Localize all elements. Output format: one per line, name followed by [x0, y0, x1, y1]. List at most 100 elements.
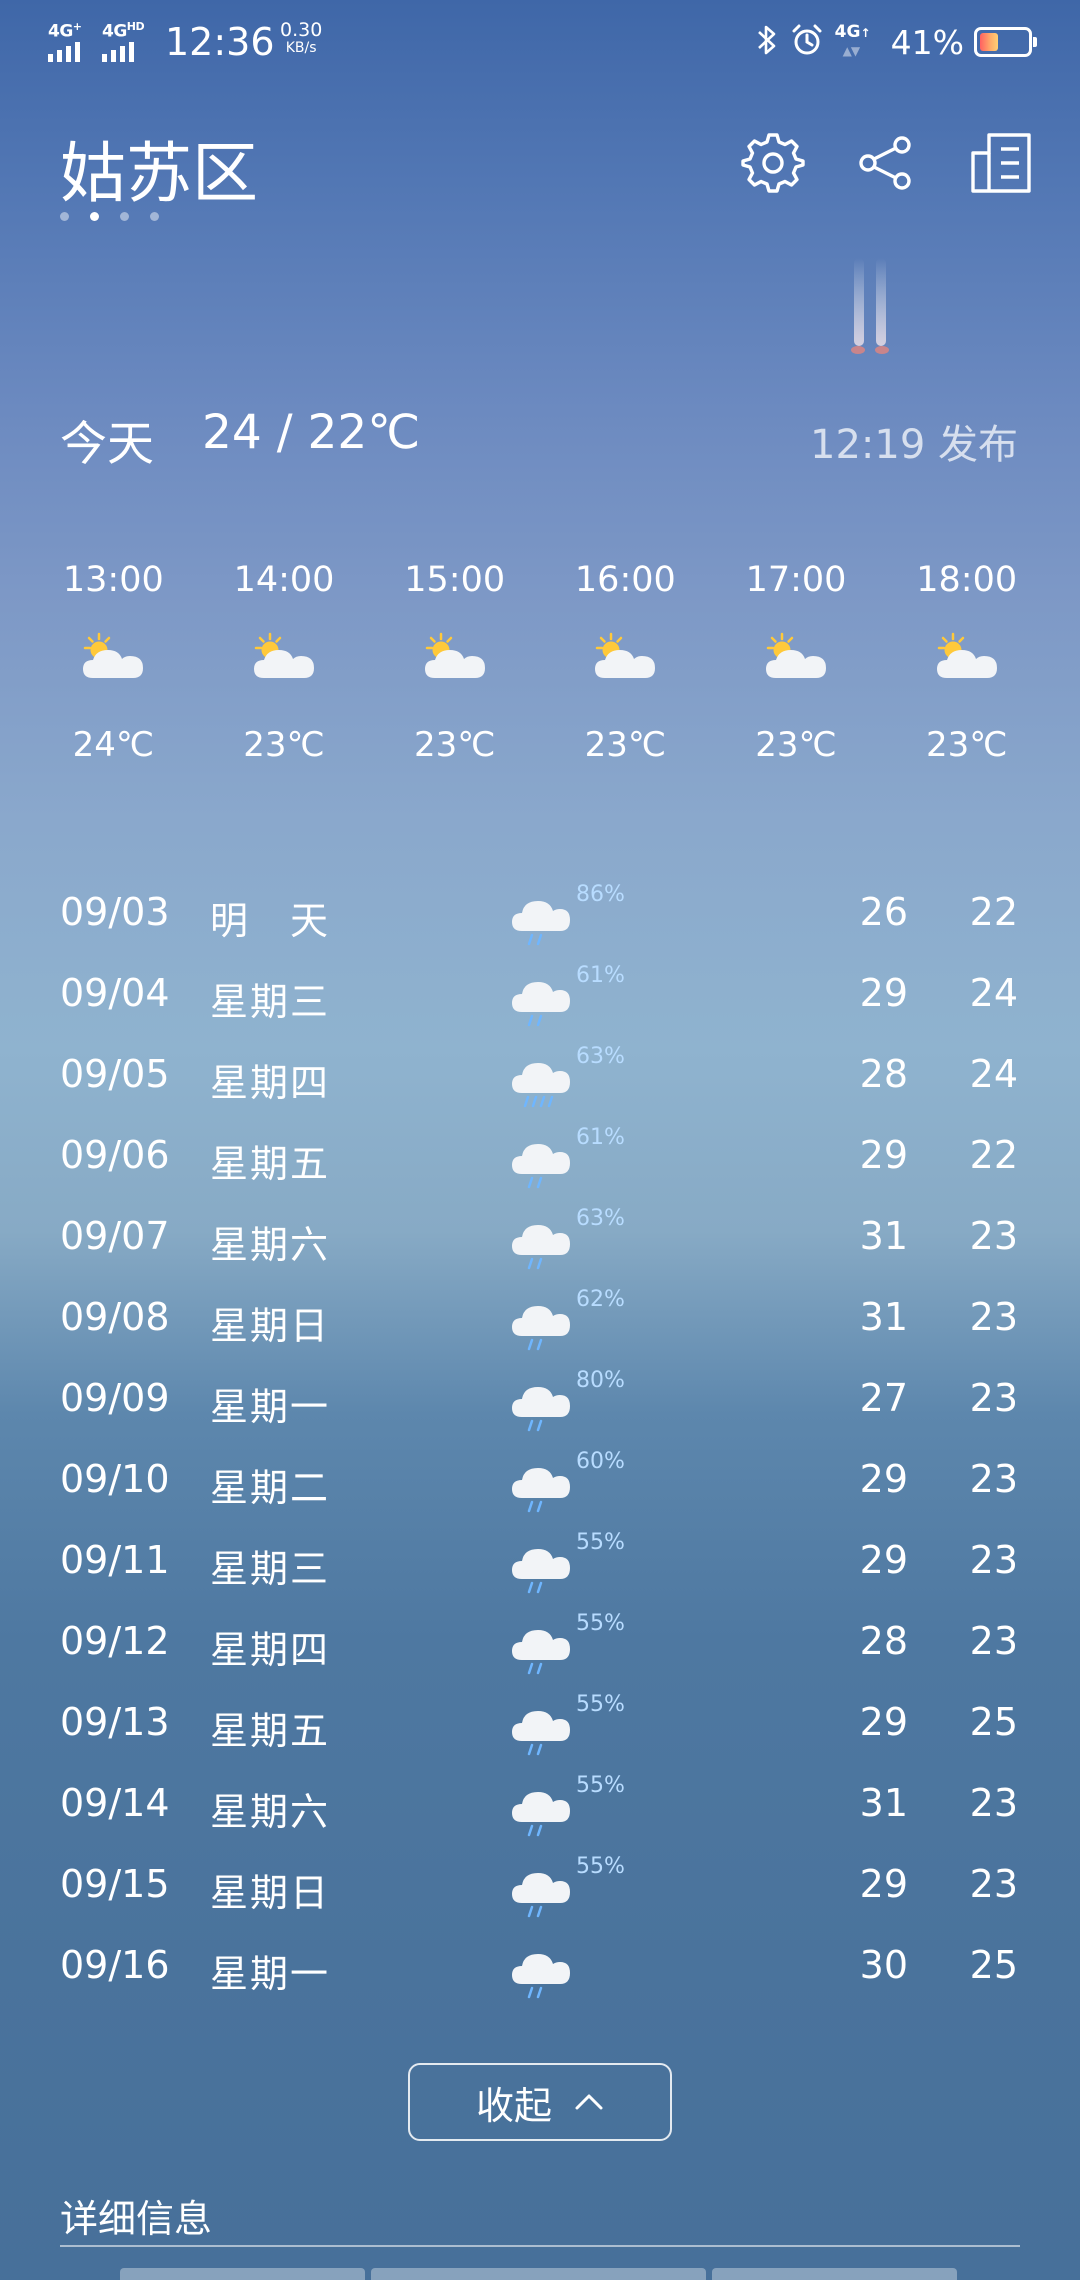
details-cards-peek — [120, 2268, 957, 2280]
daily-low: 25 — [969, 1700, 1018, 1744]
share-icon — [859, 136, 911, 190]
daily-high: 29 — [859, 1457, 908, 1501]
daily-row[interactable]: 09/16 星期一 30 25 — [0, 1943, 1080, 2024]
hourly-time: 18:00 — [916, 560, 1018, 600]
daily-row[interactable]: 09/09 星期一 80% 27 23 — [0, 1368, 1080, 1457]
hourly-item: 17:00 23℃ — [711, 560, 882, 765]
daily-weekday: 明 天 — [210, 899, 331, 943]
sim2-signal-icon: 4GHD — [102, 20, 152, 62]
hourly-item: 13:00 24℃ — [28, 560, 199, 765]
rain-cloud-icon — [510, 1457, 572, 1519]
battery-percent: 41% — [890, 22, 964, 62]
rain-cloud-icon — [510, 1376, 572, 1438]
hourly-time: 15:00 — [404, 560, 506, 600]
gear-icon — [741, 133, 805, 193]
alarm-icon — [789, 22, 825, 62]
city-list-icon — [971, 133, 1031, 193]
rain-cloud-icon — [510, 1700, 572, 1762]
status-right-group: 4G↑ ▲▼ 41% — [755, 18, 1037, 66]
daily-low: 24 — [969, 971, 1018, 1015]
daily-date: 09/14 — [60, 1781, 170, 1825]
daily-row[interactable]: 09/03 明 天 86% 26 22 — [0, 882, 1080, 971]
daily-weekday: 星期日 — [210, 1304, 331, 1348]
daily-weekday: 星期三 — [210, 1547, 331, 1591]
rain-cloud-icon — [510, 1214, 572, 1276]
daily-row[interactable]: 09/14 星期六 55% 31 23 — [0, 1773, 1080, 1862]
daily-row[interactable]: 09/15 星期日 55% 29 23 — [0, 1854, 1080, 1943]
daily-row[interactable]: 09/06 星期五 61% 29 22 — [0, 1125, 1080, 1214]
daily-date: 09/15 — [60, 1862, 170, 1906]
daily-weekday: 星期一 — [210, 1952, 331, 1996]
daily-row[interactable]: 09/07 星期六 63% 31 23 — [0, 1206, 1080, 1295]
publish-time: 12:19 发布 — [810, 422, 1018, 468]
daily-row[interactable]: 09/10 星期二 60% 29 23 — [0, 1449, 1080, 1538]
status-time: 12:36 — [165, 20, 275, 64]
daily-low: 23 — [969, 1619, 1018, 1663]
daily-low: 22 — [969, 1133, 1018, 1177]
daily-row[interactable]: 09/05 星期四 63% 28 24 — [0, 1044, 1080, 1133]
daily-date: 09/05 — [60, 1052, 170, 1096]
daily-forecast-list: 09/03 明 天 86% 26 22 09/04 星期三 61% 29 24 09/05 星期四 63… — [0, 882, 1080, 2024]
daily-high: 31 — [859, 1295, 908, 1339]
hourly-time: 17:00 — [745, 560, 847, 600]
daily-date: 09/11 — [60, 1538, 170, 1582]
precip-probability: 63% — [576, 1044, 625, 1069]
rain-cloud-icon — [510, 971, 572, 1033]
partly-cloudy-icon — [369, 610, 540, 705]
collapse-button[interactable]: 收起 — [408, 2063, 672, 2141]
precip-probability: 61% — [576, 963, 625, 988]
city-title[interactable]: 姑苏区 — [60, 120, 258, 216]
precip-probability: 55% — [576, 1854, 625, 1879]
hourly-forecast[interactable]: 13:00 24℃ 14:00 23℃ 15:00 23℃ 16:00 23℃ 17:00 23℃… — [28, 560, 1052, 765]
daily-weekday: 星期三 — [210, 980, 331, 1024]
chevron-up-icon — [575, 2094, 603, 2110]
collapse-label: 收起 — [475, 2083, 552, 2128]
daily-row[interactable]: 09/13 星期五 55% 29 25 — [0, 1692, 1080, 1781]
daily-row[interactable]: 09/08 星期日 62% 31 23 — [0, 1287, 1080, 1376]
daily-high: 29 — [859, 1862, 908, 1906]
partly-cloudy-icon — [199, 610, 370, 705]
daily-high: 29 — [859, 1538, 908, 1582]
today-temp-range: 24 / 22℃ — [202, 405, 421, 460]
daily-weekday: 星期五 — [210, 1142, 331, 1186]
daily-date: 09/03 — [60, 890, 170, 934]
daily-low: 25 — [969, 1943, 1018, 1987]
daily-high: 28 — [859, 1619, 908, 1663]
daily-low: 23 — [969, 1457, 1018, 1501]
partly-cloudy-icon — [711, 610, 882, 705]
daily-low: 23 — [969, 1781, 1018, 1825]
daily-high: 29 — [859, 1133, 908, 1177]
hourly-temp: 23℃ — [925, 725, 1008, 765]
network-speed: 0.30 KB/s — [280, 21, 322, 57]
details-title: 详细信息 — [60, 2197, 213, 2241]
rain-cloud-icon — [510, 890, 572, 952]
hourly-temp: 23℃ — [413, 725, 496, 765]
heavy-rain-cloud-icon — [510, 1052, 572, 1114]
daily-low: 23 — [969, 1214, 1018, 1258]
partly-cloudy-icon — [28, 610, 199, 705]
share-button[interactable] — [853, 130, 919, 196]
settings-button[interactable] — [740, 130, 806, 196]
city-list-button[interactable] — [968, 130, 1034, 196]
precip-probability: 55% — [576, 1773, 625, 1798]
hourly-item: 14:00 23℃ — [199, 560, 370, 765]
battery-icon — [974, 27, 1037, 57]
daily-row[interactable]: 09/12 星期四 55% 28 23 — [0, 1611, 1080, 1700]
daily-date: 09/09 — [60, 1376, 170, 1420]
daily-row[interactable]: 09/11 星期三 55% 29 23 — [0, 1530, 1080, 1619]
daily-low: 22 — [969, 890, 1018, 934]
daily-date: 09/16 — [60, 1943, 170, 1987]
daily-low: 23 — [969, 1862, 1018, 1906]
daily-date: 09/04 — [60, 971, 170, 1015]
daily-high: 28 — [859, 1052, 908, 1096]
hourly-item: 18:00 23℃ — [881, 560, 1052, 765]
rain-cloud-icon — [510, 1619, 572, 1681]
background-figure — [840, 258, 900, 363]
hourly-item: 16:00 23℃ — [540, 560, 711, 765]
daily-low: 23 — [969, 1376, 1018, 1420]
sim1-signal-icon: 4G+ — [48, 20, 98, 62]
precip-probability: 55% — [576, 1530, 625, 1555]
daily-row[interactable]: 09/04 星期三 61% 29 24 — [0, 963, 1080, 1052]
page-indicator — [60, 212, 159, 221]
daily-weekday: 星期二 — [210, 1466, 331, 1510]
